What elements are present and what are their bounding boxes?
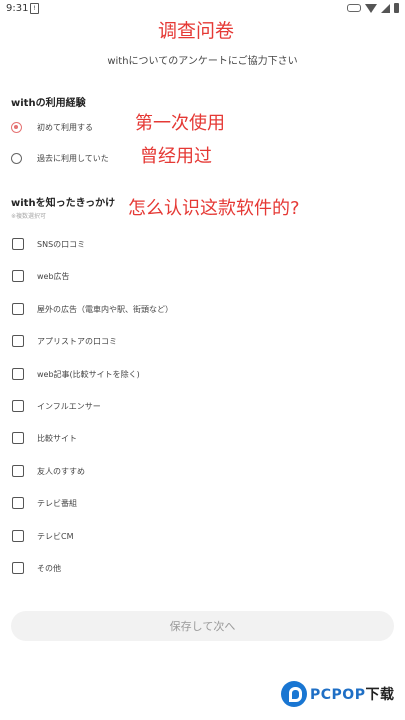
annotation-first-use: 第一次使用: [135, 113, 225, 134]
sim-alert-icon: !: [30, 3, 39, 14]
checkbox-option-sns[interactable]: SNSの口コミ: [12, 236, 85, 252]
checkbox-label: テレビCM: [37, 531, 74, 541]
checkbox-label: web記事(比較サイトを除く): [37, 369, 140, 379]
checkbox-option-comparison-site[interactable]: 比較サイト: [12, 430, 77, 446]
radio-button[interactable]: [11, 152, 22, 164]
checkbox-option-web-ad[interactable]: web広告: [12, 268, 70, 284]
checkbox[interactable]: [12, 530, 24, 542]
checkbox[interactable]: [12, 368, 24, 380]
status-icons: [347, 3, 399, 13]
usage-section-title: withの利用経験: [11, 98, 86, 109]
checkbox-label: web広告: [37, 271, 70, 281]
link-icon: [347, 4, 361, 12]
checkbox[interactable]: [12, 270, 24, 282]
checkbox-label: テレビ番組: [37, 498, 77, 508]
annotation-how-know: 怎么认识这款软件的?: [128, 198, 300, 219]
radio-option-first-time[interactable]: 初めて利用する: [11, 117, 93, 137]
page-subtitle: withについてのアンケートにご協力下さい: [107, 56, 298, 67]
checkbox[interactable]: [12, 238, 24, 250]
checkbox-label: インフルエンサー: [37, 401, 101, 411]
checkbox-label: 屋外の広告（電車内や駅、街頭など）: [37, 304, 173, 314]
radio-option-used-before[interactable]: 過去に利用していた: [11, 148, 109, 168]
pcpop-logo-icon: [281, 681, 307, 707]
checkbox-label: SNSの口コミ: [37, 239, 86, 249]
source-section-title: withを知ったきっかけ: [11, 198, 116, 209]
status-time: 9:31: [6, 3, 29, 14]
checkbox-label: その他: [37, 563, 61, 573]
checkbox[interactable]: [12, 497, 24, 509]
checkbox-option-other[interactable]: その他: [12, 560, 61, 576]
checkbox-label: アプリストアの口コミ: [37, 336, 117, 346]
checkbox[interactable]: [12, 335, 24, 347]
annotation-title: 调查问卷: [158, 20, 235, 42]
checkbox[interactable]: [12, 465, 24, 477]
radio-label: 初めて利用する: [37, 122, 93, 132]
wifi-icon: [365, 3, 377, 13]
multi-select-note: ※複数選択可: [11, 213, 47, 220]
battery-icon: [394, 3, 399, 13]
checkbox-option-influencer[interactable]: インフルエンサー: [12, 398, 101, 414]
checkbox-option-outdoor-ad[interactable]: 屋外の広告（電車内や駅、街頭など）: [12, 301, 173, 317]
checkbox-option-tv-cm[interactable]: テレビCM: [12, 528, 74, 544]
watermark-brand: PCPOP: [310, 687, 366, 703]
radio-button-selected[interactable]: [11, 121, 22, 133]
annotation-used-before: 曾经用过: [140, 146, 212, 167]
signal-icon: [381, 3, 390, 13]
checkbox-option-friend[interactable]: 友人のすすめ: [12, 463, 85, 479]
checkbox[interactable]: [12, 432, 24, 444]
checkbox[interactable]: [12, 562, 24, 574]
checkbox[interactable]: [12, 303, 24, 315]
pcpop-watermark: PCPOP下载: [281, 681, 394, 707]
watermark-text: PCPOP下载: [310, 684, 394, 704]
watermark-suffix: 下载: [365, 687, 395, 703]
checkbox-option-tv-program[interactable]: テレビ番組: [12, 495, 77, 511]
radio-label: 過去に利用していた: [37, 153, 109, 163]
checkbox-label: 友人のすすめ: [37, 466, 85, 476]
checkbox-option-web-article[interactable]: web記事(比較サイトを除く): [12, 366, 140, 382]
checkbox[interactable]: [12, 400, 24, 412]
checkbox-label: 比較サイト: [37, 433, 77, 443]
save-next-button[interactable]: 保存して次へ: [11, 611, 394, 641]
checkbox-option-app-store[interactable]: アプリストアの口コミ: [12, 333, 117, 349]
